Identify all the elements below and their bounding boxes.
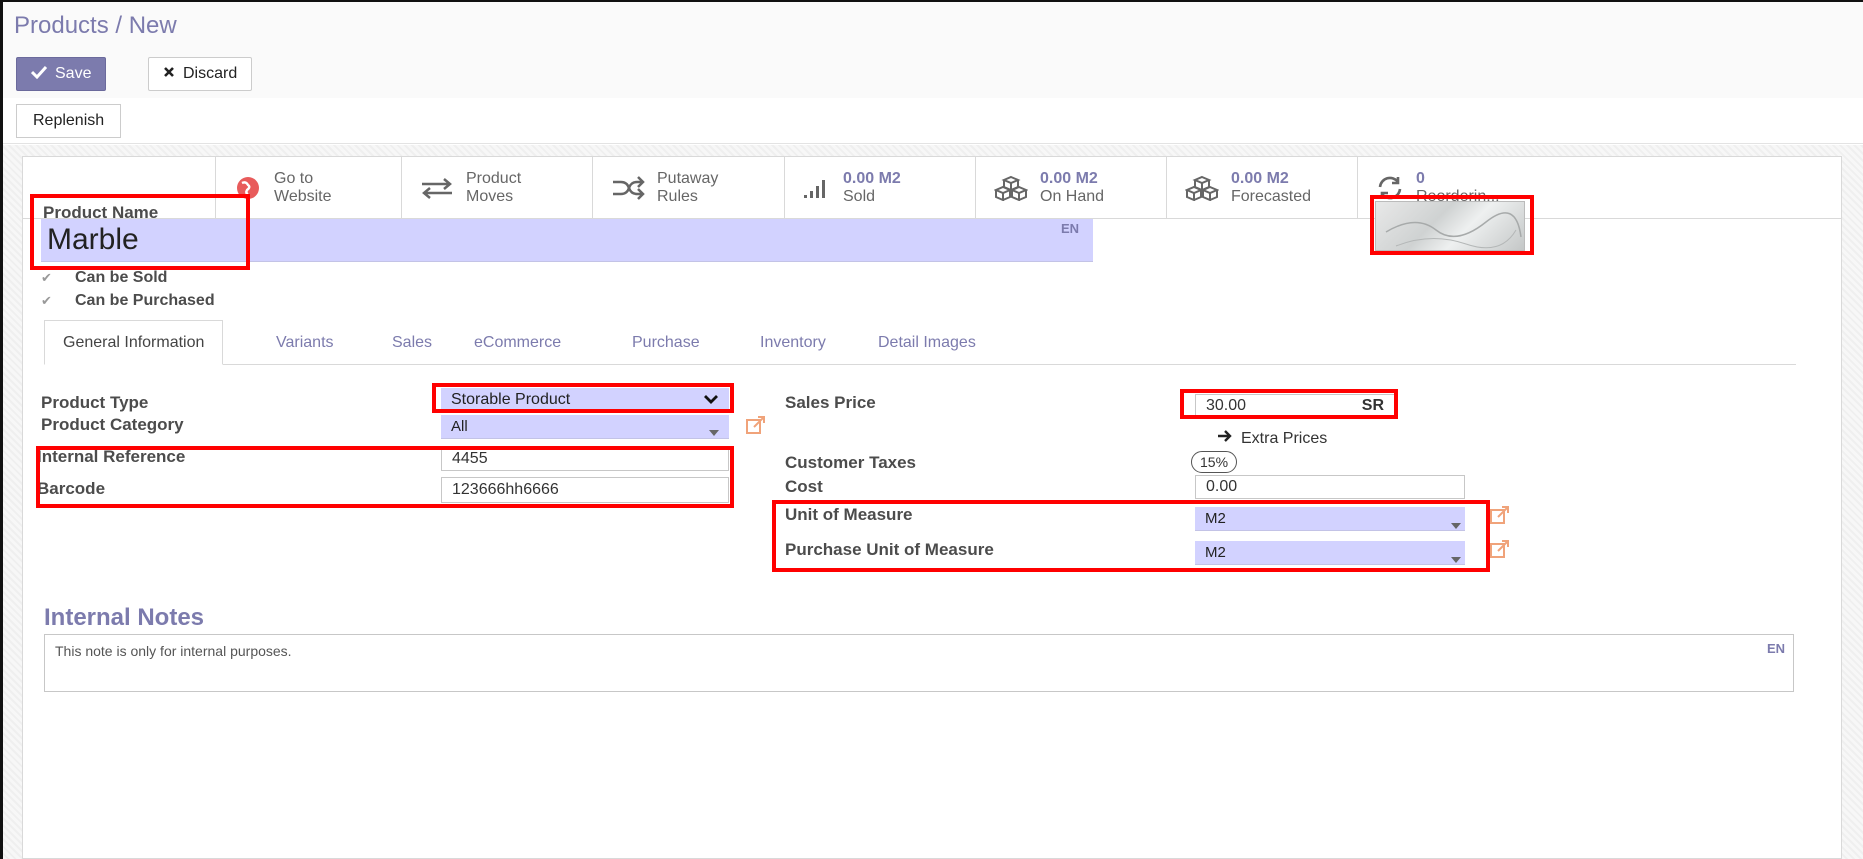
checkmark-icon: ✔ — [41, 293, 52, 308]
highlight-box — [36, 446, 734, 508]
smart-button-value: 0.00 M2 — [1040, 170, 1098, 187]
highlight-box — [432, 383, 734, 413]
tab-purchase[interactable]: Purchase — [614, 320, 718, 365]
smart-button-bar: Go to Website Product Moves Putaway Rules 0… — [23, 157, 1841, 219]
smart-button-line2: Sold — [843, 188, 876, 205]
tab-general-information[interactable]: General Information — [44, 320, 224, 365]
form-tabs: General Information Variants Sales eComm… — [44, 320, 1796, 365]
can-be-purchased-checkbox[interactable]: ✔ Can be Purchased — [41, 292, 215, 310]
status-bar — [0, 98, 1863, 144]
internal-notes-title: Internal Notes — [44, 604, 205, 631]
smart-button-line2: Website — [274, 188, 332, 205]
save-button-label: Save — [55, 65, 92, 82]
shuffle-icon — [611, 176, 645, 200]
smart-button-line2: Moves — [466, 188, 514, 205]
caret-down-icon — [709, 423, 719, 441]
check-icon — [30, 65, 48, 84]
replenish-button[interactable]: Replenish — [16, 104, 122, 138]
notes-lang-button[interactable]: EN — [1767, 641, 1785, 656]
smart-button-line1: Product — [466, 170, 522, 187]
smart-button-value: 0.00 M2 — [843, 170, 901, 187]
discard-button-label: Discard — [183, 65, 238, 82]
smart-button-line2: Forecasted — [1231, 188, 1312, 205]
external-link-icon[interactable] — [1489, 505, 1511, 530]
product-name-lang-button[interactable]: EN — [1061, 221, 1079, 236]
internal-notes-placeholder: This note is only for internal purposes. — [55, 643, 292, 659]
tab-inventory[interactable]: Inventory — [742, 320, 844, 365]
smart-button-value: 0.00 M2 — [1231, 170, 1289, 187]
cost-value: 0.00 — [1206, 478, 1238, 495]
checkmark-icon: ✔ — [41, 270, 52, 285]
cubes-icon — [994, 175, 1028, 201]
cubes-icon — [1185, 175, 1219, 201]
can-be-sold-label: Can be Sold — [75, 269, 168, 286]
tab-variants[interactable]: Variants — [258, 320, 352, 365]
tab-detail-images[interactable]: Detail Images — [860, 320, 994, 365]
tab-ecommerce[interactable]: eCommerce — [456, 320, 579, 365]
extra-prices-label: Extra Prices — [1241, 429, 1328, 447]
bar-chart-icon — [803, 177, 831, 199]
tab-sales[interactable]: Sales — [374, 320, 450, 365]
breadcrumb[interactable]: Products / New — [14, 12, 177, 40]
save-button[interactable]: Save — [16, 57, 107, 91]
highlight-box — [772, 500, 1490, 572]
product-category-select[interactable]: All — [441, 415, 729, 439]
product-type-label: Product Type — [41, 393, 149, 412]
can-be-purchased-label: Can be Purchased — [75, 292, 215, 309]
external-link-icon[interactable] — [745, 415, 767, 440]
arrow-right-icon — [1217, 429, 1233, 448]
product-category-value: All — [451, 418, 468, 435]
close-icon — [163, 65, 175, 83]
cost-label: Cost — [785, 477, 823, 496]
smart-button-line1: Go to — [274, 170, 314, 187]
internal-notes-input[interactable]: This note is only for internal purposes.… — [44, 634, 1794, 692]
exchange-arrows-icon — [420, 176, 454, 200]
smart-button-value: 0 — [1416, 170, 1425, 187]
smart-button-line2: On Hand — [1040, 188, 1105, 205]
highlight-box — [1180, 389, 1398, 419]
discard-button[interactable]: Discard — [148, 57, 253, 91]
smart-button-line2: Rules — [657, 188, 698, 205]
cost-input[interactable]: 0.00 — [1195, 475, 1465, 499]
external-link-icon[interactable] — [1489, 539, 1511, 564]
control-panel: Products / New Save Discard — [0, 0, 1863, 114]
highlight-box — [30, 194, 250, 270]
sales-price-label: Sales Price — [785, 393, 876, 412]
highlight-box — [1370, 195, 1534, 255]
tax-badge[interactable]: 15% — [1191, 451, 1238, 473]
smart-button-line1: Putaway — [657, 170, 719, 187]
product-category-label: Product Category — [41, 415, 184, 434]
extra-prices-button[interactable]: Extra Prices — [1217, 429, 1327, 448]
customer-taxes-label: Customer Taxes — [785, 453, 917, 472]
can-be-sold-checkbox[interactable]: ✔ Can be Sold — [41, 269, 167, 287]
